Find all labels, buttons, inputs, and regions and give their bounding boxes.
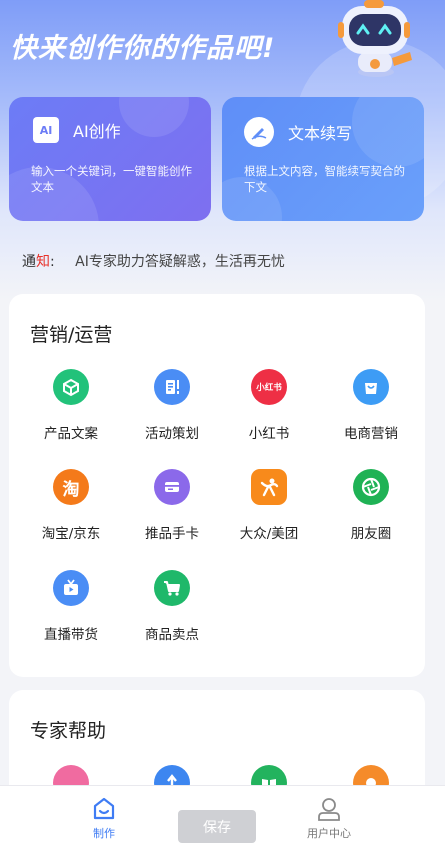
ai-icon: AI [33, 117, 59, 143]
bottom-tabbar: 制作 保存 用户中心 [0, 785, 445, 853]
expert-title: 专家帮助 [30, 720, 107, 742]
ai-create-desc: 输入一个关键词，一键智能创作文本 [31, 164, 192, 194]
shopping-bag-icon [353, 369, 389, 405]
tab-user-center[interactable]: 用户中心 [289, 796, 369, 841]
notice-colon: : [50, 254, 55, 270]
grid-item-product-card[interactable]: 推品手卡 [120, 469, 224, 542]
text-continue-title: 文本续写 [288, 124, 353, 143]
grid-label: 商品卖点 [145, 627, 199, 643]
cube-icon [53, 369, 89, 405]
grid-label: 小红书 [248, 426, 290, 442]
pen-icon [244, 117, 274, 147]
notice-label: 通 [22, 254, 36, 270]
robot-mascot-icon [338, 0, 412, 77]
text-continue-card[interactable]: 文本续写 根据上文内容，智能续写契合的下文 [222, 97, 424, 221]
document-icon [154, 369, 190, 405]
tab-create[interactable]: 制作 [64, 796, 144, 841]
notice-bar[interactable]: 通知: AI专家助力答疑解惑，生活再无忧 [22, 251, 285, 271]
ai-create-card[interactable]: AI AI创作 输入一个关键词，一键智能创作文本 [9, 97, 211, 221]
text-continue-desc: 根据上文内容，智能续写契合的下文 [244, 164, 405, 194]
tab-user-label: 用户中心 [307, 827, 351, 840]
grid-item-live-sales[interactable]: 直播带货 [19, 570, 123, 643]
aperture-icon [353, 469, 389, 505]
grid-item-taobao-jd[interactable]: 淘 淘宝/京东 [19, 469, 123, 542]
ai-create-title: AI创作 [73, 122, 121, 141]
grid-label: 推品手卡 [145, 526, 199, 542]
grid-item-event-plan[interactable]: 活动策划 [120, 369, 224, 442]
grid-label: 电商营销 [344, 426, 398, 442]
tab-create-label: 制作 [93, 827, 115, 840]
notice-label-highlight: 知 [36, 254, 50, 270]
notice-message: AI专家助力答疑解惑，生活再无忧 [75, 254, 285, 270]
grid-item-xiaohongshu[interactable]: 小红书 小红书 [217, 369, 321, 442]
grid-label: 淘宝/京东 [41, 526, 101, 542]
save-button[interactable]: 保存 [178, 810, 256, 843]
user-icon [318, 798, 340, 821]
hero-slogan: 快来创作你的作品吧! [10, 33, 276, 64]
tv-icon [53, 570, 89, 606]
grid-label: 朋友圈 [350, 526, 392, 542]
grid-label: 大众/美团 [239, 526, 299, 542]
grid-item-dianping-meituan[interactable]: 大众/美团 [217, 469, 321, 542]
grid-item-moments[interactable]: 朋友圈 [319, 469, 423, 542]
grid-item-selling-points[interactable]: 商品卖点 [120, 570, 224, 643]
cart-icon [154, 570, 190, 606]
marketing-panel: 营销/运营 产品文案 活动策划 小红书 小红书 电商营销 淘 淘宝/京东 推品手… [9, 294, 425, 677]
grid-item-product-copy[interactable]: 产品文案 [19, 369, 123, 442]
grid-item-ecommerce[interactable]: 电商营销 [319, 369, 423, 442]
marketing-title: 营销/运营 [30, 324, 113, 346]
xiaohongshu-icon: 小红书 [251, 369, 287, 405]
grid-label: 产品文案 [44, 426, 98, 442]
card-icon [154, 469, 190, 505]
taobao-icon: 淘 [53, 469, 89, 505]
grid-label: 直播带货 [44, 627, 98, 643]
dianping-icon [251, 469, 287, 505]
home-icon [93, 797, 115, 820]
grid-label: 活动策划 [145, 426, 199, 442]
